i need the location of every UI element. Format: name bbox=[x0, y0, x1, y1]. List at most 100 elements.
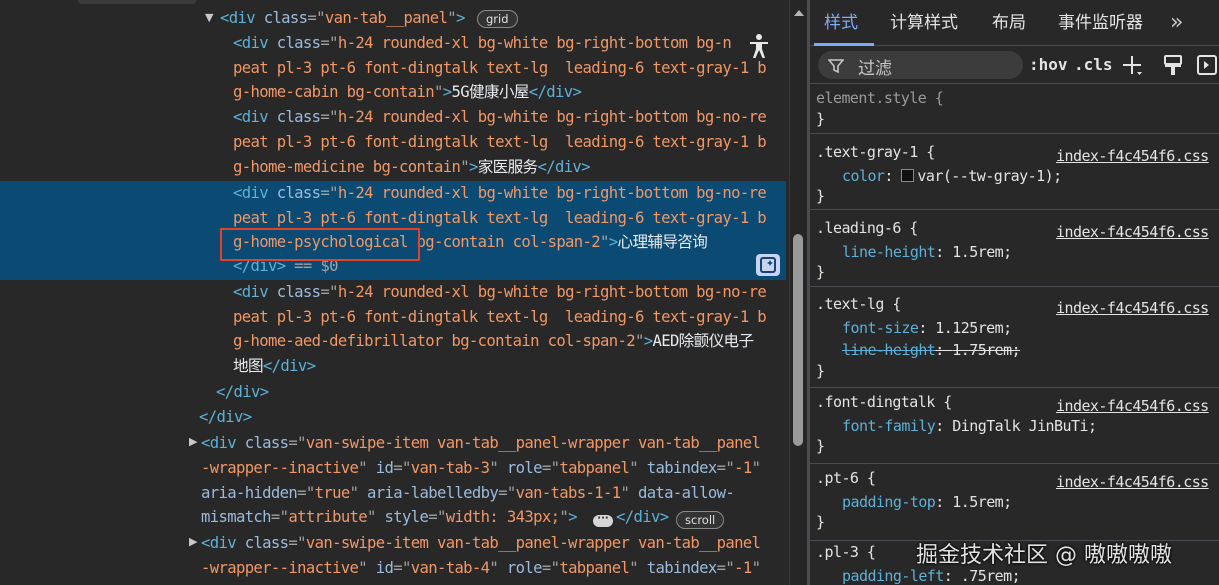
dom-token: </div> bbox=[537, 158, 590, 176]
dom-line[interactable]: peat pl-3 pt-6 font-dingtalk text-lg lea… bbox=[233, 130, 767, 154]
rule-font-dingtalk[interactable]: .font-dingtalk { index-f4c454f6.css font… bbox=[810, 388, 1219, 464]
declaration[interactable]: color: var(--tw-gray-1); bbox=[842, 165, 1062, 187]
dom-line[interactable]: </div> bbox=[216, 380, 269, 404]
rule-source-link[interactable]: index-f4c454f6.css bbox=[1056, 297, 1209, 319]
dom-token: </div> bbox=[528, 83, 582, 101]
dom-line[interactable]: <div class="van-swipe-item van-tab__pane… bbox=[201, 431, 761, 455]
dom-token: id bbox=[375, 559, 394, 577]
dom-line[interactable]: g-home-aed-defibrillator bg-contain col-… bbox=[233, 329, 754, 353]
rule-source-link[interactable]: index-f4c454f6.css bbox=[1056, 221, 1209, 243]
dom-token: tabindex bbox=[646, 559, 718, 577]
tab-event-listeners[interactable]: 事件监听器 bbox=[1058, 12, 1143, 34]
dom-token: role bbox=[506, 459, 543, 477]
declaration[interactable]: line-height: 1.5rem; bbox=[842, 241, 1012, 263]
rule-source-link[interactable]: index-f4c454f6.css bbox=[1056, 471, 1209, 493]
dom-token: > bbox=[468, 158, 478, 176]
rule-element-style[interactable]: element.style { } bbox=[810, 84, 1219, 134]
rule-source-link[interactable]: index-f4c454f6.css bbox=[1056, 395, 1209, 417]
declaration[interactable]: font-family: DingTalk JinBuTi; bbox=[842, 415, 1097, 437]
accessibility-icon[interactable] bbox=[748, 33, 770, 59]
dom-token: =" bbox=[288, 434, 306, 452]
dom-line[interactable]: <div class="van-tab__panel"> bbox=[220, 6, 465, 30]
dom-line-selected[interactable]: <div class="h-24 rounded-xl bg-white bg-… bbox=[233, 181, 767, 205]
paint-brush-icon[interactable] bbox=[1162, 54, 1184, 76]
scroll-thumb[interactable] bbox=[793, 234, 803, 446]
rule-text-gray-1[interactable]: .text-gray-1 { index-f4c454f6.css color:… bbox=[810, 134, 1219, 210]
tab-styles[interactable]: 样式 bbox=[824, 12, 858, 34]
dom-token: " bbox=[349, 484, 368, 502]
tab-layout[interactable]: 布局 bbox=[992, 12, 1026, 34]
declaration[interactable]: font-size: 1.125rem; bbox=[842, 317, 1012, 339]
dom-token: " bbox=[447, 9, 456, 27]
dom-token: tabpanel bbox=[559, 559, 630, 577]
dom-token: -wrapper--inactive bbox=[201, 559, 359, 577]
rule-pt-6[interactable]: .pt-6 { index-f4c454f6.css padding-top: … bbox=[810, 464, 1219, 541]
dom-token: =" bbox=[288, 534, 306, 552]
dom-line[interactable]: 地图</div> bbox=[233, 354, 316, 378]
filter-input[interactable]: 过滤 bbox=[818, 51, 1023, 79]
color-swatch[interactable] bbox=[901, 169, 915, 182]
dom-line[interactable]: aria-hidden="true" aria-labelledby="van-… bbox=[201, 481, 735, 505]
declaration-overridden[interactable]: line-height: 1.75rem; bbox=[842, 339, 1021, 361]
dom-token: van-tab__panel bbox=[324, 9, 448, 27]
rule-source-link[interactable]: index-f4c454f6.css bbox=[1056, 145, 1209, 167]
dom-token: =" bbox=[320, 108, 338, 126]
expand-triangle-closed-icon[interactable]: ▶ bbox=[189, 535, 197, 548]
dom-token: " bbox=[620, 484, 638, 502]
dom-token: peat pl-3 pt-6 font-dingtalk text-lg lea… bbox=[233, 59, 767, 77]
dom-line[interactable]: g-home-medicine bg-contain">家医服务</div> bbox=[233, 155, 591, 179]
new-rule-plus-icon[interactable] bbox=[1121, 54, 1143, 76]
dom-line[interactable]: -wrapper--inactive" id="van-tab-4" role=… bbox=[201, 556, 761, 580]
dom-token: h-24 rounded-xl bg-white bg-right-bottom… bbox=[337, 184, 767, 202]
dom-line[interactable]: <div class="h-24 rounded-xl bg-white bg-… bbox=[233, 31, 732, 55]
rule-close-brace: } bbox=[816, 110, 825, 128]
rule-close-brace: } bbox=[816, 437, 825, 455]
dom-token: <div bbox=[233, 34, 277, 52]
dom-token: <div bbox=[233, 283, 277, 301]
toggle-sidebar-icon[interactable] bbox=[1196, 54, 1218, 76]
dom-token: " bbox=[751, 559, 761, 577]
watermark: 掘金技术社区 @ 嗷嗷嗷嗷 bbox=[916, 543, 1172, 568]
dom-token: " bbox=[751, 459, 761, 477]
dom-token: aria-labelledby bbox=[367, 484, 499, 502]
scroll-badge[interactable]: scroll bbox=[676, 511, 725, 529]
dom-token: <div bbox=[201, 434, 245, 452]
top-scroll-indicator bbox=[78, 0, 196, 4]
dom-token: " bbox=[629, 559, 647, 577]
class-toggle[interactable]: .cls bbox=[1074, 55, 1113, 74]
dom-token: > bbox=[608, 233, 618, 251]
dom-line[interactable]: g-home-cabin bg-contain">5G健康小屋</div> bbox=[233, 80, 582, 104]
dom-line[interactable]: <div class="h-24 rounded-xl bg-white bg-… bbox=[233, 280, 767, 304]
elements-dom-tree[interactable]: ▼ ▶ ▶ <div class="van-tab__panel"> <div … bbox=[0, 0, 789, 585]
dom-line[interactable]: </div> bbox=[199, 405, 252, 429]
hover-state-toggle[interactable]: :hov bbox=[1029, 55, 1068, 74]
grid-badge[interactable]: grid bbox=[477, 10, 518, 28]
more-tabs-chevron-icon[interactable]: » bbox=[1170, 10, 1184, 35]
elements-scrollbar[interactable] bbox=[789, 0, 807, 585]
expand-triangle-open-icon[interactable]: ▼ bbox=[205, 11, 213, 24]
dom-line[interactable]: <div class="h-24 rounded-xl bg-white bg-… bbox=[233, 105, 767, 129]
dom-token: </div> bbox=[199, 408, 252, 426]
dom-line[interactable]: -wrapper--inactive" id="van-tab-3" role=… bbox=[201, 456, 761, 480]
dom-token: class bbox=[276, 34, 321, 52]
dom-token: h-24 rounded-xl bg-white bg-right-bottom… bbox=[337, 34, 732, 52]
collapsed-children-ellipsis[interactable]: ··· bbox=[593, 514, 613, 527]
tab-computed[interactable]: 计算样式 bbox=[890, 12, 958, 34]
ai-assistant-icon[interactable] bbox=[756, 254, 780, 276]
rule-selector: .pt-6 { bbox=[816, 469, 876, 487]
declaration[interactable]: padding-top: 1.5rem; bbox=[842, 491, 1012, 513]
dom-line[interactable]: peat pl-3 pt-6 font-dingtalk text-lg lea… bbox=[233, 305, 767, 329]
dom-token: =" bbox=[320, 283, 338, 301]
dom-line[interactable]: mismatch="attribute" style="width: 343px… bbox=[201, 505, 577, 529]
rule-leading-6[interactable]: .leading-6 { index-f4c454f6.css line-hei… bbox=[810, 210, 1219, 287]
dom-line-selected[interactable]: peat pl-3 pt-6 font-dingtalk text-lg lea… bbox=[233, 206, 767, 230]
rule-text-lg[interactable]: .text-lg { index-f4c454f6.css font-size:… bbox=[810, 287, 1219, 388]
dom-token: class bbox=[276, 283, 321, 301]
expand-triangle-closed-icon[interactable]: ▶ bbox=[189, 435, 197, 448]
dom-line[interactable]: peat pl-3 pt-6 font-dingtalk text-lg lea… bbox=[233, 56, 767, 80]
dom-line[interactable]: <div class="van-swipe-item van-tab__pane… bbox=[201, 531, 761, 555]
scroll-up-arrow-icon[interactable] bbox=[794, 10, 804, 16]
dom-token: data-allow- bbox=[637, 484, 735, 502]
dom-token: =" bbox=[297, 484, 315, 502]
dom-token: class bbox=[244, 434, 289, 452]
